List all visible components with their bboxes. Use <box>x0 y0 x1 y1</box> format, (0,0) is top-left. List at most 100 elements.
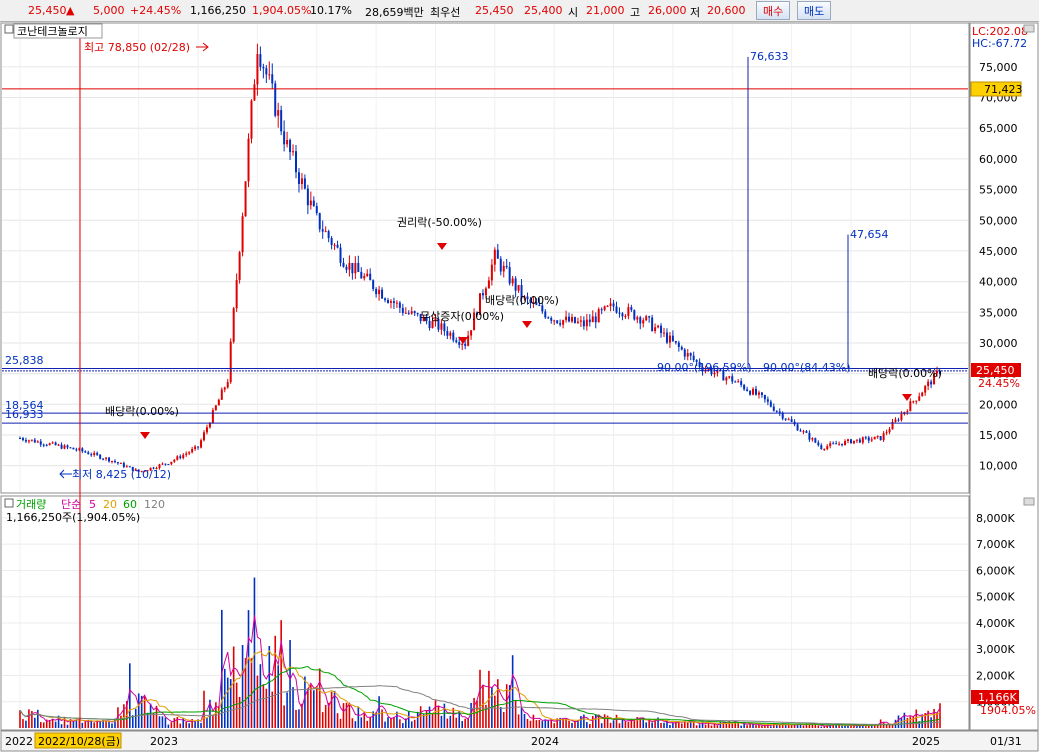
candle-body <box>511 278 514 284</box>
volume-bar <box>817 725 820 728</box>
volume-bar <box>226 677 229 728</box>
candle-body <box>817 442 820 446</box>
volume-bar <box>155 705 158 728</box>
volume-bar <box>449 715 452 728</box>
candle-body <box>413 311 416 314</box>
volume-collapse-icon[interactable] <box>4 498 14 508</box>
volume-bar <box>589 724 591 728</box>
volume-bar <box>283 705 285 728</box>
candle-body <box>517 285 520 291</box>
candle-body <box>766 399 769 402</box>
volume-bar <box>853 725 855 728</box>
candle-body <box>102 458 105 460</box>
volume-bar <box>550 720 553 728</box>
stock-chart[interactable]: 10,00015,00020,00025,00030,00035,00040,0… <box>0 22 1039 752</box>
volume-bar <box>482 684 484 728</box>
candle-body <box>674 340 677 343</box>
sell-button[interactable]: 매도 <box>797 1 832 20</box>
high-label: 고 <box>630 6 641 19</box>
candle-body <box>820 445 823 449</box>
candle-body <box>381 289 384 299</box>
candle-body <box>384 298 387 301</box>
candle-body <box>300 178 303 184</box>
volume-bar <box>645 722 647 728</box>
volume-bar <box>660 722 662 728</box>
candle-body <box>297 172 300 184</box>
volume-bar <box>746 725 748 728</box>
candle-body <box>844 440 847 446</box>
candle-body <box>826 446 829 449</box>
volume-bar <box>586 722 588 728</box>
volume-bar <box>295 709 297 728</box>
candle-body <box>686 353 689 357</box>
volume-bar <box>360 717 363 728</box>
candle-body <box>858 439 861 443</box>
volume-bar <box>271 691 274 728</box>
price-tick-label: 60,000 <box>979 153 1018 166</box>
candle-body <box>440 323 443 330</box>
candle-body <box>757 392 760 395</box>
volume-bar <box>526 718 529 728</box>
panel-collapse-icon[interactable] <box>4 24 14 34</box>
candle-body <box>407 312 410 314</box>
candle-body <box>119 462 122 464</box>
volume-bar <box>232 646 235 728</box>
volume-bar <box>399 719 401 728</box>
volume-bar <box>315 686 318 728</box>
candle-body <box>651 317 654 331</box>
candle-body <box>93 452 96 455</box>
volume-bar <box>440 715 443 728</box>
volume-bar <box>354 721 357 728</box>
volume-tick-label: 5,000K <box>976 591 1015 604</box>
candle-body <box>351 262 354 274</box>
dividend-label-2: 배당락(0.00%) <box>485 294 559 307</box>
candle-body <box>749 390 752 395</box>
volume-bar <box>179 723 182 728</box>
volume-tick-label: 6,000K <box>976 564 1015 577</box>
volume-bar <box>758 724 760 728</box>
volume-bar <box>298 709 300 728</box>
candle-body <box>69 447 72 449</box>
candle-body <box>918 396 921 401</box>
buy-button[interactable]: 매수 <box>756 1 791 20</box>
volume-bar <box>672 722 674 728</box>
volume-value: 1,166,250 <box>190 4 246 17</box>
candle-body <box>621 313 624 317</box>
best-ask-label: 최우선 <box>430 6 461 19</box>
candle-body <box>870 439 873 441</box>
volume-bar <box>790 725 793 728</box>
candle-body <box>781 412 784 419</box>
price-tick-label: 45,000 <box>979 245 1018 258</box>
candle-body <box>588 319 591 323</box>
volume-bar <box>505 684 508 728</box>
candle-body <box>458 342 461 345</box>
panel-maximize-icon[interactable] <box>1023 497 1035 506</box>
candle-body <box>200 440 203 448</box>
volume-bar <box>437 705 440 728</box>
volume-bar <box>710 725 713 728</box>
candle-body <box>369 273 372 281</box>
candle-body <box>324 231 327 233</box>
volume-bar <box>642 718 645 728</box>
volume-bar <box>698 724 701 728</box>
candle-body <box>568 316 571 322</box>
candle-body <box>389 301 392 303</box>
volume-bar <box>134 708 137 728</box>
volume-bar <box>615 714 618 728</box>
retrace-label-1: 90.00°(196.59%) <box>657 361 752 374</box>
volume-bar <box>247 610 250 728</box>
panel-maximize-icon[interactable] <box>1023 24 1035 33</box>
volume-bar <box>339 718 342 728</box>
price-tick-label: 35,000 <box>979 306 1018 319</box>
volume-bar <box>336 713 339 728</box>
candle-body <box>603 306 606 310</box>
volume-bar <box>455 717 458 728</box>
best-ask-price: 25,450 <box>475 4 514 17</box>
price-change: 5,000 <box>93 4 125 17</box>
candle-body <box>455 340 458 343</box>
volume-bar <box>624 720 627 728</box>
ma-period-60: 60 <box>123 498 137 511</box>
volume-bar <box>161 716 164 728</box>
volume-tick-label: 7,000K <box>976 538 1015 551</box>
volume-bar <box>939 703 941 728</box>
